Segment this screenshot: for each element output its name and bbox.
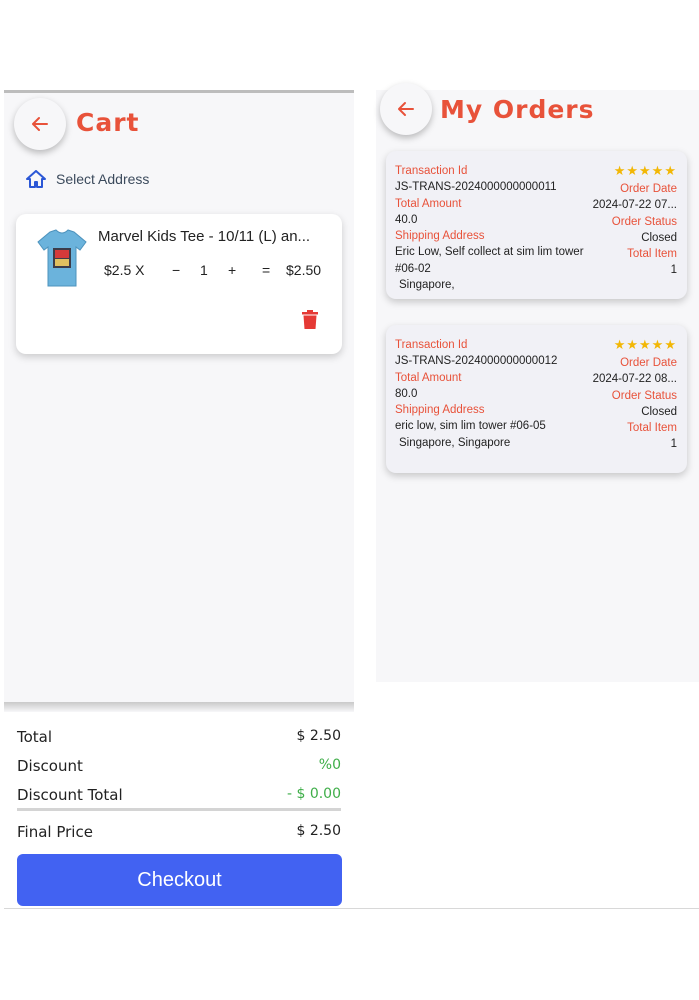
select-address-label: Select Address xyxy=(56,171,150,187)
order-status-label: Order Status xyxy=(611,389,677,402)
total-label: Total xyxy=(17,728,53,746)
unit-price: $2.5 X xyxy=(104,262,145,278)
cart-item-card: Marvel Kids Tee - 10/11 (L) an... $2.5 X… xyxy=(16,214,342,354)
discount-total-value: - $ 0.00 xyxy=(286,786,341,802)
page-title: Cart xyxy=(76,108,140,137)
order-status-value: Closed xyxy=(641,405,677,418)
order-right-column: ★★★★★ Order Date 2024-07-22 08... Order … xyxy=(557,337,677,453)
final-price-value: $ 2.50 xyxy=(296,823,341,839)
cart-back-button[interactable] xyxy=(14,98,66,150)
order-date-value: 2024-07-22 08... xyxy=(592,373,677,386)
delete-button[interactable] xyxy=(302,310,318,334)
discount-total-label: Discount Total xyxy=(17,786,123,804)
rating-stars: ★★★★★ xyxy=(613,163,677,178)
trash-icon xyxy=(302,310,318,329)
checkout-button[interactable]: Checkout xyxy=(17,854,342,906)
back-arrow-icon xyxy=(398,102,414,116)
order-summary: Total $ 2.50 Discount %0 Discount Total … xyxy=(4,712,354,908)
final-price-row: Final Price $ 2.50 xyxy=(17,823,341,841)
increase-button[interactable]: + xyxy=(228,262,236,278)
total-item-value: 1 xyxy=(670,264,677,277)
home-icon xyxy=(26,170,46,188)
discount-value: %0 xyxy=(318,757,341,773)
quantity-value: 1 xyxy=(200,262,208,278)
order-date-value: 2024-07-22 07... xyxy=(592,199,677,212)
total-row: Total $ 2.50 xyxy=(17,728,341,746)
product-name: Marvel Kids Tee - 10/11 (L) an... xyxy=(98,228,311,245)
select-address-row[interactable]: Select Address xyxy=(26,170,149,188)
line-total: $2.50 xyxy=(286,262,322,278)
order-card[interactable]: Transaction Id JS-TRANS-2024000000000012… xyxy=(386,325,687,473)
order-date-label: Order Date xyxy=(620,357,677,369)
final-price-label: Final Price xyxy=(17,823,93,841)
summary-divider xyxy=(17,808,341,811)
rating-stars: ★★★★★ xyxy=(613,337,677,352)
total-item-value: 1 xyxy=(670,438,677,451)
decrease-button[interactable]: − xyxy=(172,262,180,278)
back-arrow-icon xyxy=(32,117,48,131)
discount-label: Discount xyxy=(17,757,83,775)
order-date-label: Order Date xyxy=(620,183,677,195)
orders-back-button[interactable] xyxy=(380,83,432,135)
discount-total-row: Discount Total - $ 0.00 xyxy=(17,786,341,804)
total-value: $ 2.50 xyxy=(296,728,341,744)
order-card[interactable]: Transaction Id JS-TRANS-2024000000000011… xyxy=(386,151,687,299)
orders-title: My Orders xyxy=(440,95,595,124)
equals-sign: = xyxy=(262,262,271,278)
order-status-value: Closed xyxy=(641,231,677,244)
total-item-label: Total Item xyxy=(627,248,677,261)
summary-shadow xyxy=(4,702,354,712)
bottom-divider xyxy=(4,908,699,909)
cart-screen: Cart Select Address Marvel Kids Tee - 10… xyxy=(4,90,354,908)
order-right-column: ★★★★★ Order Date 2024-07-22 07... Order … xyxy=(557,163,677,279)
discount-row: Discount %0 xyxy=(17,757,341,775)
shipping-address-line2: Singapore, xyxy=(399,279,455,292)
order-status-label: Order Status xyxy=(611,215,677,228)
top-divider xyxy=(4,90,354,93)
total-item-label: Total Item xyxy=(627,422,677,435)
tshirt-image xyxy=(37,229,87,287)
